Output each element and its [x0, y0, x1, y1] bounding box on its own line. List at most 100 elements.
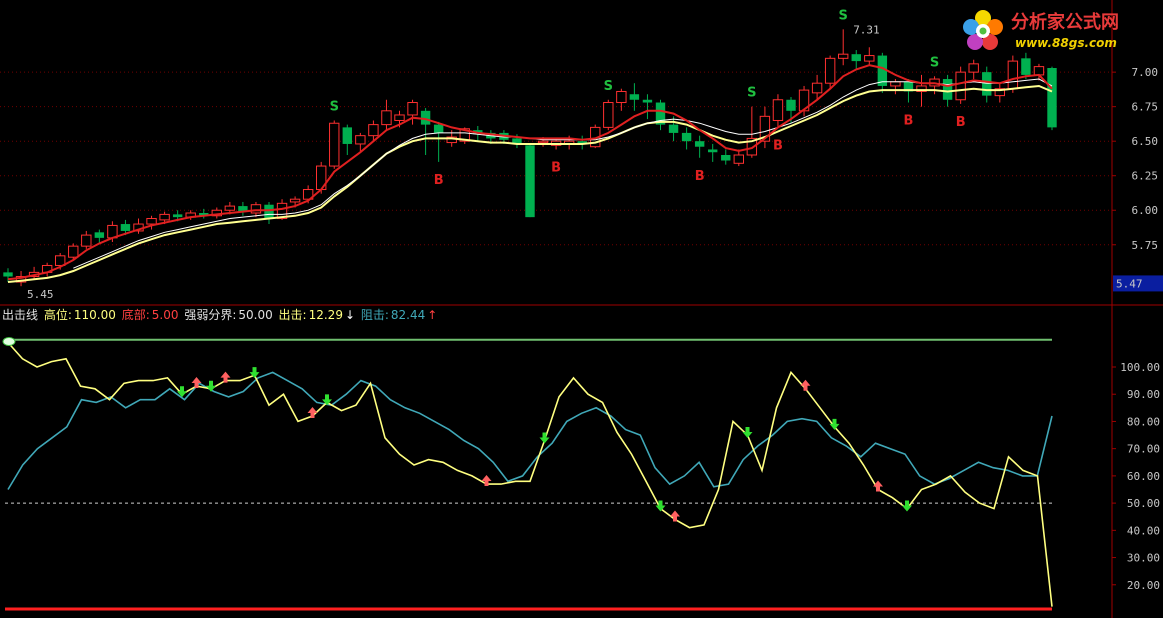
candle-up — [824, 57, 836, 84]
sell-signal-label: S — [330, 99, 339, 114]
red-up-arrow-icon — [307, 407, 318, 418]
indicator-tick-label: 70.00 — [1127, 443, 1160, 456]
legend-resist-label: 阻击: — [360, 308, 389, 322]
price-tick-label: 5.75 — [1132, 239, 1159, 252]
sell-signal-label: S — [604, 79, 613, 94]
legend-high-value: 110.00 — [73, 308, 116, 322]
sell-signal-label: S — [747, 86, 756, 101]
start-marker-icon — [2, 337, 16, 346]
candle-up — [772, 99, 784, 121]
red-up-arrow-icon — [670, 510, 680, 522]
candle-up — [811, 82, 823, 94]
buy-signal-label: B — [695, 169, 705, 184]
price-tick-label: 6.25 — [1132, 170, 1159, 183]
red-up-arrow-icon — [800, 379, 811, 391]
candle-up — [224, 205, 236, 211]
flower-logo-icon — [963, 10, 1003, 50]
candle-down — [708, 149, 718, 153]
candle-down — [629, 94, 640, 100]
candle-up — [955, 71, 966, 101]
buy-signal-label: B — [903, 114, 913, 129]
candle-up — [250, 204, 262, 214]
high-price-annotation: 7.31 — [853, 23, 880, 36]
candle-up — [146, 218, 157, 225]
indicator-tick-label: 60.00 — [1127, 470, 1160, 483]
legend-resist-arrow-icon: ↑ — [427, 308, 438, 322]
legend-bottom-value: 5.00 — [151, 308, 179, 322]
candle-up — [864, 55, 875, 62]
candle-up — [733, 154, 744, 164]
candle-down — [172, 214, 183, 218]
candle-down — [786, 99, 796, 111]
green-down-arrow-icon — [829, 418, 840, 430]
current-price-label: 5.47 — [1116, 277, 1143, 290]
candle-down — [120, 224, 131, 231]
candle-down — [264, 204, 274, 219]
candle-down — [433, 124, 444, 133]
candle-up — [329, 122, 340, 167]
price-tick-label: 7.00 — [1132, 66, 1159, 79]
candle-down — [342, 127, 352, 144]
buy-signal-label: B — [551, 160, 561, 175]
candle-up — [55, 255, 66, 266]
indicator-tick-label: 50.00 — [1127, 497, 1160, 510]
candle-down — [982, 72, 992, 96]
candle-up — [616, 90, 627, 104]
candle-up — [381, 110, 392, 126]
green-down-arrow-icon — [902, 500, 912, 512]
candle-down — [525, 145, 535, 218]
candle-down — [694, 141, 705, 147]
candle-up — [368, 124, 379, 137]
candle-up — [289, 198, 301, 203]
candle-down — [681, 132, 692, 142]
legend-resist-value: 82.44 — [390, 308, 426, 322]
candle-up — [394, 114, 405, 121]
indicator-legend: 出击线 高位: 110.00 底部: 5.00 强弱分界: 50.00 出击: 12.2… — [2, 306, 439, 323]
candle-down — [1021, 58, 1031, 75]
price-tick-label: 6.00 — [1132, 204, 1159, 217]
candle-down — [1047, 68, 1057, 128]
indicator-tick-label: 20.00 — [1127, 579, 1160, 592]
site-logo: 分析家公式网 www.88gs.com — [955, 6, 1155, 56]
legend-boundary-label: 强弱分界: — [184, 308, 237, 322]
logo-url: www.88gs.com — [1015, 36, 1117, 50]
candle-down — [94, 232, 105, 238]
green-down-arrow-icon — [742, 427, 753, 439]
legend-bottom-label: 底部: — [121, 308, 150, 322]
buy-signal-label: B — [434, 173, 444, 188]
logo-title: 分析家公式网 — [1011, 12, 1119, 33]
legend-attack-label: 出击: — [278, 308, 307, 322]
legend-boundary-value: 50.00 — [238, 308, 273, 322]
candle-up — [68, 245, 79, 258]
candle-down — [668, 124, 679, 133]
candle-up — [81, 234, 92, 247]
indicator-tick-label: 30.00 — [1127, 552, 1160, 565]
candle-up — [1007, 60, 1019, 90]
candle-down — [942, 79, 953, 100]
candle-down — [3, 272, 13, 277]
candle-up — [838, 53, 849, 59]
ma-white-line — [73, 78, 1053, 269]
candle-down — [851, 54, 861, 62]
indicator-tick-label: 40.00 — [1127, 524, 1160, 537]
legend-attack-value: 12.29 — [308, 308, 343, 322]
legend-name: 出击线 — [2, 308, 39, 322]
candle-up — [890, 81, 901, 87]
candle-up — [603, 102, 614, 128]
indicator-tick-label: 80.00 — [1127, 415, 1160, 428]
legend-high-label: 高位: — [43, 308, 72, 322]
buy-signal-label: B — [773, 138, 783, 153]
indicator-tick-label: 90.00 — [1127, 388, 1160, 401]
sell-signal-label: S — [839, 8, 848, 23]
candle-down — [420, 110, 431, 125]
candle-down — [721, 155, 731, 161]
green-down-arrow-icon — [539, 432, 550, 444]
candle-up — [1033, 66, 1045, 76]
buy-signal-label: B — [956, 115, 966, 130]
resist-line — [7, 371, 1053, 490]
legend-attack-arrow-icon: ↓ — [344, 308, 356, 322]
candle-up — [537, 140, 549, 144]
candle-up — [159, 213, 170, 221]
candle-up — [355, 135, 366, 145]
indicator-tick-label: 100.00 — [1120, 361, 1160, 374]
